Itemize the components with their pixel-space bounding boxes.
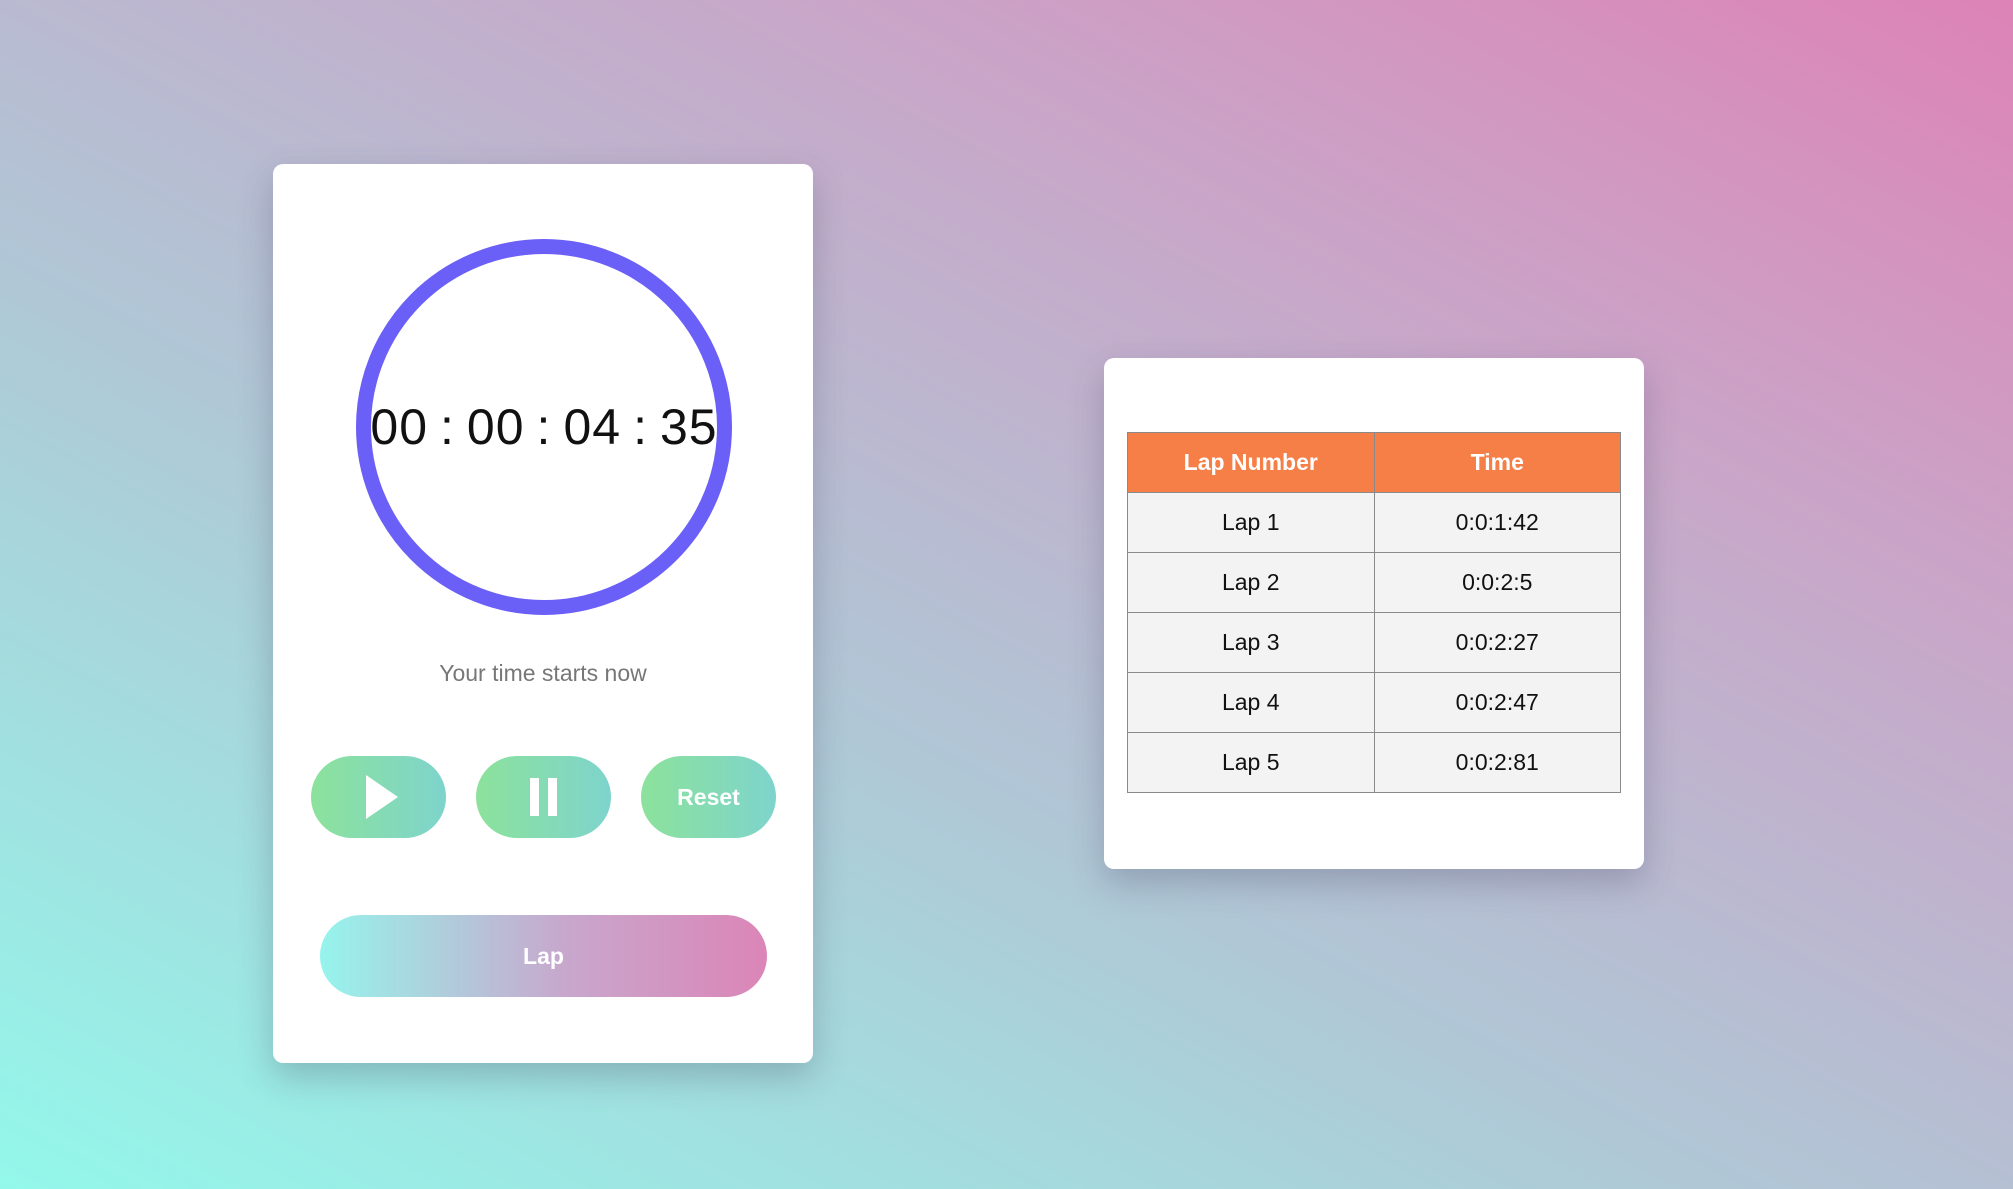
play-button[interactable] — [311, 756, 446, 838]
lap-number-cell: Lap 1 — [1127, 492, 1375, 553]
lap-number-cell: Lap 4 — [1127, 672, 1375, 733]
lap-time-cell: 0:0:1:42 — [1373, 492, 1621, 553]
status-text: Your time starts now — [439, 660, 647, 686]
laps-card: Lap Number Time Lap 1 0:0:1:42 Lap 2 0:0… — [1104, 358, 1644, 869]
time-minutes: 00 — [466, 399, 525, 455]
time-seconds: 04 — [563, 399, 622, 455]
time-separator: : — [633, 399, 648, 455]
pause-button[interactable] — [476, 756, 611, 838]
lap-number-cell: Lap 2 — [1127, 552, 1375, 613]
laps-table: Lap Number Time Lap 1 0:0:1:42 Lap 2 0:0… — [1127, 432, 1621, 793]
lap-button-label: Lap — [523, 942, 564, 969]
lap-button[interactable]: Lap — [320, 915, 767, 997]
reset-button[interactable]: Reset — [641, 756, 776, 838]
table-header-row: Lap Number Time — [1127, 432, 1621, 493]
time-centiseconds: 35 — [659, 399, 718, 455]
time-separator: : — [440, 399, 455, 455]
lap-number-cell: Lap 3 — [1127, 612, 1375, 673]
lap-time-cell: 0:0:2:47 — [1373, 672, 1621, 733]
reset-button-label: Reset — [677, 783, 740, 810]
lap-number-cell: Lap 5 — [1127, 732, 1375, 793]
play-icon — [365, 775, 398, 819]
lap-time-cell: 0:0:2:81 — [1373, 732, 1621, 793]
table-row: Lap 4 0:0:2:47 — [1127, 672, 1621, 733]
lap-time-cell: 0:0:2:27 — [1373, 612, 1621, 673]
time-separator: : — [536, 399, 552, 455]
header-time: Time — [1373, 432, 1621, 493]
pause-icon — [530, 778, 557, 816]
lap-time-cell: 0:0:2:5 — [1373, 552, 1621, 613]
header-lap-number: Lap Number — [1127, 432, 1375, 493]
table-row: Lap 2 0:0:2:5 — [1127, 552, 1621, 613]
table-row: Lap 1 0:0:1:42 — [1127, 492, 1621, 553]
time-display: 00 : 00 : 04 : 35 — [370, 398, 717, 456]
stopwatch-card: 00 : 00 : 04 : 35 Your time starts now R… — [273, 164, 813, 1063]
time-hours: 00 — [370, 399, 429, 455]
table-row: Lap 5 0:0:2:81 — [1127, 732, 1621, 793]
timer-dial: 00 : 00 : 04 : 35 — [356, 239, 732, 615]
table-row: Lap 3 0:0:2:27 — [1127, 612, 1621, 673]
